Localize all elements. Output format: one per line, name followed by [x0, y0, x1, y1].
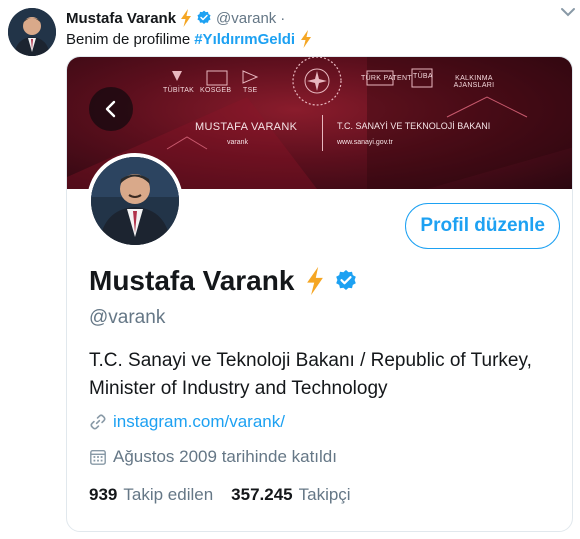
- profile-name-row: Mustafa Varank: [89, 265, 358, 297]
- tweet-header: Mustafa Varank @varank ·: [66, 7, 570, 29]
- banner-logo-turk-patent: TÜRK PATENT: [361, 75, 412, 82]
- profile-stats: 939 Takip edilen 357.245 Takipçi: [89, 485, 351, 505]
- banner-divider: [322, 115, 323, 151]
- banner-logo-kosgeb: KOSGEB: [200, 87, 232, 94]
- banner-logo-kalkinma-ajanslari: KALKINMA AJANSLARI: [453, 75, 495, 89]
- profile-joined-text: Ağustos 2009 tarihinde katıldı: [113, 447, 337, 466]
- followers-label[interactable]: Takipçi: [299, 485, 351, 505]
- banner-logo-tuba: TÜBA: [413, 73, 433, 80]
- banner-website: www.sanayi.gov.tr: [337, 139, 393, 146]
- profile-bio: T.C. Sanayi ve Teknoloji Bakanı / Republ…: [89, 350, 532, 399]
- author-handle[interactable]: @varank: [216, 10, 276, 27]
- banner-logo-tse: TSE: [243, 87, 258, 94]
- tweet-body: Benim de profilime: [66, 30, 191, 48]
- link-icon: [90, 414, 106, 430]
- profile-joined: Ağustos 2009 tarihinde katıldı: [89, 447, 337, 467]
- following-label[interactable]: Takip edilen: [123, 485, 213, 505]
- followers-count[interactable]: 357.245: [231, 485, 292, 505]
- verified-badge-icon: [336, 270, 357, 290]
- banner-name: MUSTAFA VARANK: [195, 121, 298, 133]
- profile-name: Mustafa Varank: [89, 265, 295, 296]
- separator-dot: ·: [280, 9, 286, 27]
- tweet-text: Benim de profilime #YıldırımGeldi: [66, 30, 313, 48]
- verified-badge-icon: [197, 10, 211, 24]
- lightning-bolt-icon: [181, 9, 192, 27]
- tweet: Mustafa Varank @varank · Benim de profil…: [0, 0, 580, 539]
- banner-logo-tubitak: TÜBİTAK: [163, 87, 195, 94]
- profile-handle: @varank: [89, 307, 166, 328]
- calendar-icon: [90, 449, 106, 465]
- author-avatar[interactable]: [8, 8, 56, 56]
- banner-title: T.C. SANAYİ VE TEKNOLOJİ BAKANI: [337, 121, 491, 131]
- lightning-bolt-icon: [301, 30, 312, 48]
- profile-link-text[interactable]: instagram.com/varank/: [113, 412, 285, 432]
- lightning-bolt-icon: [307, 266, 324, 296]
- profile-card-image[interactable]: TÜBİTAK KOSGEB TSE TÜRK PATENT TÜBA KALK…: [66, 56, 573, 532]
- edit-profile-button[interactable]: Profil düzenle: [405, 203, 560, 249]
- profile-avatar[interactable]: [87, 153, 183, 249]
- back-arrow-icon: [105, 100, 116, 118]
- author-name[interactable]: Mustafa Varank: [66, 10, 176, 27]
- chevron-down-icon[interactable]: [560, 6, 576, 18]
- profile-website-link[interactable]: instagram.com/varank/: [89, 412, 285, 432]
- banner-social-handle: varank: [227, 139, 249, 146]
- hashtag-link[interactable]: #YıldırımGeldi: [194, 31, 295, 48]
- back-button[interactable]: [89, 87, 133, 131]
- following-count[interactable]: 939: [89, 485, 117, 505]
